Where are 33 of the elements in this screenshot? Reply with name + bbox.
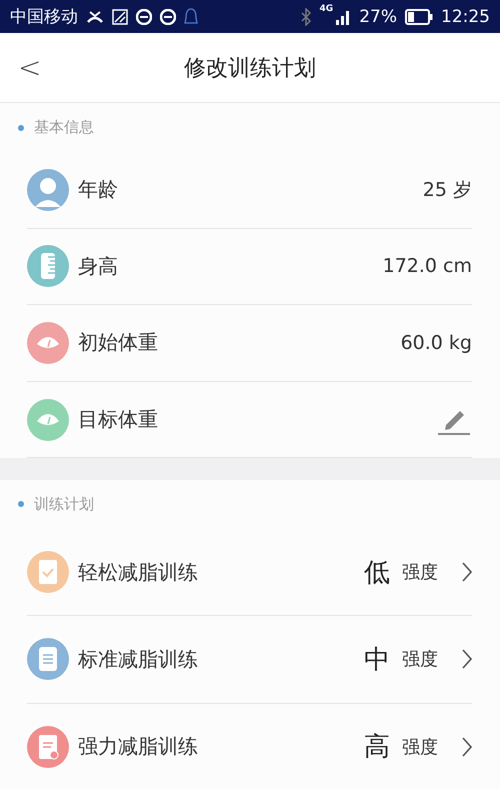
intensity-level: 中 — [364, 644, 390, 677]
missed-call-icon — [86, 10, 104, 24]
row-value: 172.0 cm — [382, 255, 472, 278]
network-type: 4G — [320, 4, 334, 14]
chevron-right-icon[interactable] — [462, 562, 472, 582]
carrier-name: 中国移动 — [10, 6, 78, 28]
row-label: 初始体重 — [78, 329, 159, 356]
row-value: 60.0 kg — [400, 332, 472, 354]
row-label: 目标体重 — [78, 406, 159, 434]
intensity-label: 强度 — [402, 736, 438, 759]
chevron-right-icon[interactable] — [462, 736, 472, 757]
section-title: 训练计划 — [34, 494, 94, 514]
intensity-label: 强度 — [402, 561, 438, 584]
back-button[interactable]: < — [14, 51, 46, 84]
chevron-right-icon[interactable] — [462, 649, 472, 670]
battery-icon — [405, 8, 433, 25]
page-title: 修改训练计划 — [184, 54, 316, 83]
intensity-level: 高 — [364, 731, 390, 764]
row-label: 身高 — [78, 252, 119, 280]
row-label: 标准减脂训练 — [78, 646, 199, 673]
section-title: 基本信息 — [34, 118, 94, 138]
intensity-level: 低 — [364, 556, 390, 590]
row-label: 年龄 — [78, 176, 119, 204]
row-label: 强力减脂训练 — [78, 733, 199, 760]
clock-time: 12:25 — [441, 6, 490, 27]
image-icon — [112, 8, 128, 25]
bluetooth-icon — [300, 8, 312, 26]
intensity-label: 强度 — [402, 648, 438, 672]
row-label: 轻松减脂训练 — [78, 558, 199, 586]
bullet-dot — [18, 124, 24, 131]
battery-percent: 27% — [359, 6, 397, 27]
bullet-dot — [18, 501, 24, 508]
row-value: 25 岁 — [422, 178, 472, 203]
